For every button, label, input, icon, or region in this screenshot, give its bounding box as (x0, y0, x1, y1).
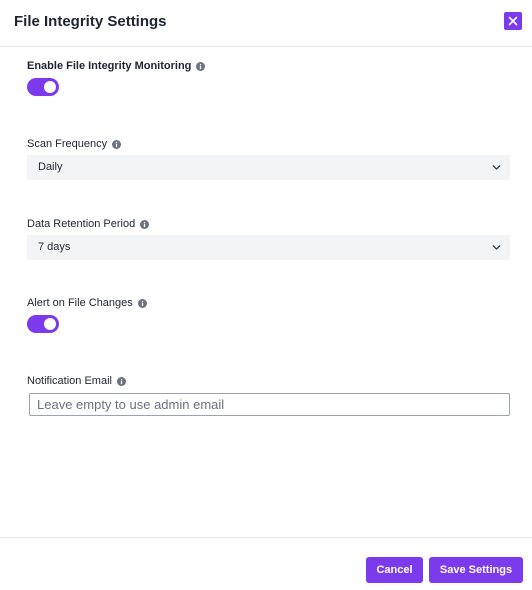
enable-monitoring-label: Enable File Integrity Monitoring (27, 59, 206, 73)
scan-frequency-select[interactable]: Daily (27, 155, 510, 180)
close-icon (508, 16, 518, 26)
file-integrity-settings-dialog: File Integrity Settings Enable File Inte… (0, 0, 532, 590)
data-retention-value: 7 days (38, 241, 71, 253)
enable-monitoring-label-text: Enable File Integrity Monitoring (27, 60, 192, 72)
notification-email-label: Notification Email (27, 374, 126, 388)
scan-frequency-label-text: Scan Frequency (27, 138, 108, 150)
data-retention-label: Data Retention Period (27, 217, 150, 231)
save-settings-button[interactable]: Save Settings (429, 557, 523, 583)
info-icon (196, 61, 206, 71)
enable-monitoring-toggle[interactable] (27, 78, 59, 96)
info-icon (140, 219, 150, 229)
info-icon (137, 298, 147, 308)
data-retention-select[interactable]: 7 days (27, 235, 510, 260)
notification-email-label-text: Notification Email (27, 375, 112, 387)
cancel-button[interactable]: Cancel (366, 557, 423, 583)
notification-email-input[interactable] (29, 393, 510, 416)
close-button[interactable] (504, 12, 522, 30)
scan-frequency-label: Scan Frequency (27, 137, 122, 151)
toggle-knob (44, 318, 56, 330)
toggle-knob (44, 81, 56, 93)
alert-on-changes-label: Alert on File Changes (27, 296, 147, 310)
info-icon (116, 376, 126, 386)
dialog-header: File Integrity Settings (0, 0, 532, 47)
alert-on-changes-label-text: Alert on File Changes (27, 297, 133, 309)
info-icon (112, 139, 122, 149)
chevron-down-icon (492, 165, 501, 170)
scan-frequency-value: Daily (38, 161, 63, 173)
alert-on-changes-toggle[interactable] (27, 315, 59, 333)
dialog-title: File Integrity Settings (14, 13, 167, 30)
data-retention-label-text: Data Retention Period (27, 218, 136, 230)
chevron-down-icon (492, 245, 501, 250)
